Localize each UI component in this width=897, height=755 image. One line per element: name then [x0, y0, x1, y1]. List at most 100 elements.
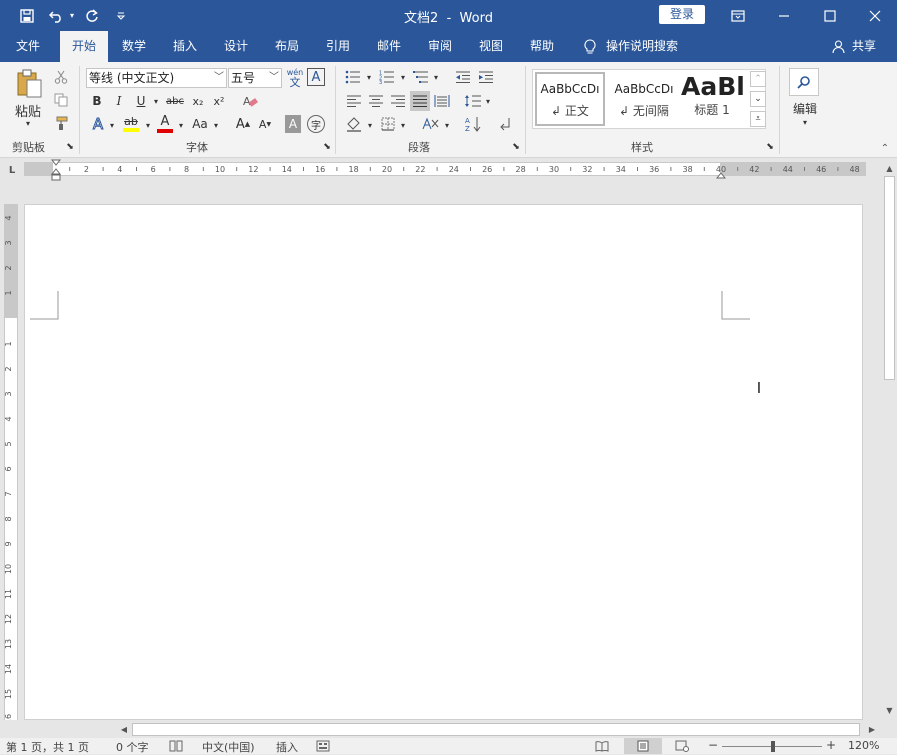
tab-design[interactable]: 设计 [214, 31, 258, 62]
underline-button[interactable]: U [133, 92, 149, 110]
strikethrough-button[interactable]: abc [164, 92, 186, 110]
macro-recording-icon[interactable] [315, 738, 331, 754]
document-page[interactable]: I [24, 204, 863, 720]
shading-dropdown-icon[interactable]: ▾ [365, 116, 375, 134]
tab-home[interactable]: 开始 [60, 31, 108, 62]
tab-references[interactable]: 引用 [316, 31, 360, 62]
style-normal[interactable]: AaBbCcDı ↲ 正文 [535, 72, 605, 126]
text-effects-button[interactable]: A [89, 114, 107, 134]
subscript-button[interactable]: x₂ [189, 92, 207, 110]
italic-button[interactable]: I [111, 92, 127, 110]
bullets-icon[interactable] [344, 68, 362, 86]
tab-insert[interactable]: 插入 [163, 31, 207, 62]
share-button[interactable]: 共享 [849, 31, 879, 62]
highlight-color-button[interactable]: ab [120, 114, 142, 134]
sort-icon[interactable]: AZ [462, 114, 484, 134]
chinese-layout-icon[interactable] [420, 114, 442, 134]
right-indent-marker-icon[interactable] [716, 170, 726, 180]
horizontal-scrollbar[interactable]: ◀ ▶ [0, 721, 882, 738]
grow-font-button[interactable]: A ▲ [234, 114, 252, 134]
web-layout-icon[interactable] [672, 738, 692, 754]
style-heading-1[interactable]: AaBl 标题 1 [681, 72, 743, 126]
phonetic-guide-icon[interactable]: wén 文 [285, 67, 305, 89]
proofing-icon[interactable] [168, 738, 184, 754]
minimize-icon[interactable] [773, 0, 795, 31]
paragraph-dialog-launcher-icon[interactable]: ⬊ [510, 141, 522, 153]
numbering-dropdown-icon[interactable]: ▾ [398, 68, 408, 86]
print-layout-icon[interactable] [624, 738, 662, 754]
show-marks-icon[interactable] [496, 114, 514, 134]
paste-icon[interactable] [12, 68, 46, 100]
borders-icon[interactable] [378, 114, 398, 134]
word-count[interactable]: 0 个字 [116, 739, 149, 755]
borders-dropdown-icon[interactable]: ▾ [398, 116, 408, 134]
scroll-down-icon[interactable]: ▼ [884, 704, 895, 716]
font-name-combo[interactable]: 等线 (中文正文) ﹀ [86, 68, 227, 88]
shading-icon[interactable] [344, 114, 364, 134]
superscript-button[interactable]: x² [210, 92, 228, 110]
find-icon[interactable] [789, 68, 819, 96]
ribbon-display-options-icon[interactable] [727, 0, 749, 31]
tell-me-search[interactable]: 操作说明搜索 [606, 31, 686, 62]
style-no-spacing[interactable]: AaBbCcDı ↲ 无间隔 [609, 72, 679, 126]
styles-more-icon[interactable]: ⩡ [750, 111, 766, 127]
read-mode-icon[interactable] [592, 738, 612, 754]
multilevel-list-icon[interactable] [412, 68, 430, 86]
tab-mailings[interactable]: 邮件 [367, 31, 411, 62]
align-right-icon[interactable] [388, 91, 408, 111]
scroll-up-icon[interactable]: ▲ [884, 162, 895, 174]
bold-button[interactable]: B [89, 92, 105, 110]
font-dialog-launcher-icon[interactable]: ⬊ [321, 141, 333, 153]
highlight-dropdown-icon[interactable]: ▾ [143, 116, 153, 134]
shrink-font-button[interactable]: A ▼ [256, 114, 274, 134]
distributed-icon[interactable] [432, 91, 452, 111]
tab-selector[interactable]: L [4, 162, 20, 178]
clipboard-dialog-launcher-icon[interactable]: ⬊ [64, 141, 76, 153]
tab-file[interactable]: 文件 [6, 31, 50, 62]
zoom-in-button[interactable]: + [826, 738, 836, 752]
line-spacing-dropdown-icon[interactable]: ▾ [483, 92, 493, 110]
styles-scroll-up-icon[interactable]: ⌃ [750, 71, 766, 87]
styles-scroll-down-icon[interactable]: ⌄ [750, 91, 766, 107]
change-case-dropdown-icon[interactable]: ▾ [211, 116, 221, 134]
login-button[interactable]: 登录 [659, 5, 705, 24]
clear-formatting-icon[interactable]: A [240, 92, 260, 110]
tab-review[interactable]: 审阅 [418, 31, 462, 62]
enclose-characters-button[interactable]: 字 [307, 115, 325, 133]
editing-dropdown-icon[interactable]: ▾ [799, 117, 811, 127]
paste-dropdown-icon[interactable]: ▾ [22, 118, 34, 128]
horizontal-scroll-thumb[interactable] [132, 723, 860, 736]
font-color-button[interactable]: A [155, 114, 175, 134]
collapse-ribbon-icon[interactable]: ⌃ [878, 142, 892, 154]
align-center-icon[interactable] [366, 91, 386, 111]
insert-mode-indicator[interactable]: 插入 [276, 739, 298, 755]
format-painter-icon[interactable] [52, 114, 70, 132]
align-left-icon[interactable] [344, 91, 364, 111]
font-color-dropdown-icon[interactable]: ▾ [176, 116, 186, 134]
cut-icon[interactable] [52, 68, 70, 86]
character-shading-button[interactable]: A [285, 115, 301, 133]
multilevel-dropdown-icon[interactable]: ▾ [431, 68, 441, 86]
paste-button[interactable]: 粘贴 [10, 102, 46, 120]
justify-icon[interactable] [410, 91, 430, 111]
bullets-dropdown-icon[interactable]: ▾ [364, 68, 374, 86]
increase-indent-icon[interactable] [476, 68, 496, 86]
numbering-icon[interactable]: 123 [378, 68, 396, 86]
styles-dialog-launcher-icon[interactable]: ⬊ [764, 141, 776, 153]
vertical-ruler[interactable]: 432112345678910111213141516 [4, 204, 18, 720]
tab-help[interactable]: 帮助 [520, 31, 564, 62]
zoom-out-button[interactable]: − [708, 738, 718, 752]
vertical-scroll-thumb[interactable] [884, 176, 895, 380]
copy-icon[interactable] [52, 91, 70, 109]
editing-button[interactable]: 编辑 [786, 100, 824, 116]
chinese-layout-dropdown-icon[interactable]: ▾ [442, 116, 452, 134]
text-effects-dropdown-icon[interactable]: ▾ [107, 116, 117, 134]
underline-dropdown-icon[interactable]: ▾ [151, 92, 161, 110]
language-indicator[interactable]: 中文(中国) [202, 739, 255, 755]
font-size-combo[interactable]: 五号 ﹀ [228, 68, 282, 88]
change-case-button[interactable]: Aa [189, 114, 211, 134]
page-count[interactable]: 第 1 页，共 1 页 [6, 739, 89, 755]
tab-math[interactable]: 数学 [112, 31, 156, 62]
character-border-icon[interactable]: A [307, 68, 325, 86]
zoom-level[interactable]: 120% [848, 739, 879, 752]
